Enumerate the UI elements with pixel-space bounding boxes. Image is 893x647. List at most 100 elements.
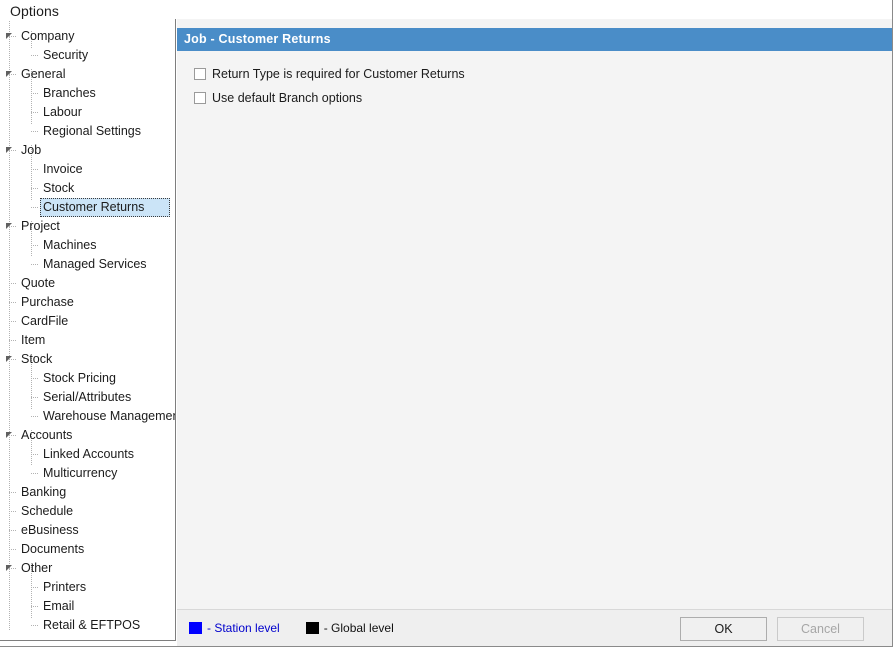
- tree-guide-tick: [31, 587, 39, 588]
- tree-item-company[interactable]: Company: [0, 27, 175, 46]
- tree-item-schedule[interactable]: Schedule: [0, 502, 175, 521]
- tree-guide-tick: [31, 188, 39, 189]
- tree-item-label: Security: [40, 46, 91, 64]
- tree-item-label: Serial/Attributes: [40, 388, 134, 406]
- tree-item-printers[interactable]: Printers: [0, 578, 175, 597]
- tree-item-branches[interactable]: Branches: [0, 84, 175, 103]
- tree-guide-tick: [9, 530, 17, 531]
- tree-item-stock[interactable]: Stock: [0, 179, 175, 198]
- tree-item-machines[interactable]: Machines: [0, 236, 175, 255]
- tree-item-accounts[interactable]: Accounts: [0, 426, 175, 445]
- tree-item-label: Other: [18, 559, 55, 577]
- tree-item-project[interactable]: Project: [0, 217, 175, 236]
- options-form: Return Type is required for Customer Ret…: [177, 51, 893, 608]
- tree-item-label: Labour: [40, 103, 85, 121]
- tree-item-label: Linked Accounts: [40, 445, 137, 463]
- tree-item-customer-returns[interactable]: Customer Returns: [0, 198, 175, 217]
- tree-item-label: Job: [18, 141, 44, 159]
- tree-item-label: Banking: [18, 483, 69, 501]
- checkbox-icon[interactable]: [194, 68, 206, 80]
- tree-item-label: Stock: [40, 179, 77, 197]
- content-panel: Job - Customer Returns Return Type is re…: [177, 19, 893, 641]
- tree-item-serial-attributes[interactable]: Serial/Attributes: [0, 388, 175, 407]
- options-dialog: Options CompanySecurityGeneralBranchesLa…: [0, 0, 893, 647]
- tree-item-label: Stock: [18, 350, 55, 368]
- tree-item-label: Project: [18, 217, 63, 235]
- tree-expander-icon[interactable]: [6, 223, 12, 229]
- tree-expander-icon[interactable]: [6, 356, 12, 362]
- tree-item-invoice[interactable]: Invoice: [0, 160, 175, 179]
- tree-guide-tick: [31, 207, 39, 208]
- tree-expander-icon[interactable]: [6, 147, 12, 153]
- tree-item-job[interactable]: Job: [0, 141, 175, 160]
- tree-guide-tick: [9, 302, 17, 303]
- tree-item-label: eBusiness: [18, 521, 82, 539]
- tree-guide-tick: [31, 625, 39, 626]
- tree-item-linked-accounts[interactable]: Linked Accounts: [0, 445, 175, 464]
- dialog-button-row: OK Cancel: [670, 617, 864, 641]
- tree-item-label: Invoice: [40, 160, 86, 178]
- tree-guide-tick: [31, 378, 39, 379]
- tree-guide-tick: [31, 454, 39, 455]
- tree-item-label: Branches: [40, 84, 99, 102]
- tree-item-label: Purchase: [18, 293, 77, 311]
- tree-expander-icon[interactable]: [6, 432, 12, 438]
- window-title: Options: [10, 3, 59, 19]
- tree-item-item[interactable]: Item: [0, 331, 175, 350]
- tree-item-security[interactable]: Security: [0, 46, 175, 65]
- tree-item-label: Company: [18, 27, 78, 45]
- tree-guide-tick: [9, 549, 17, 550]
- tree-guide-tick: [31, 55, 39, 56]
- tree-guide-tick: [9, 340, 17, 341]
- tree-guide-tick: [31, 473, 39, 474]
- legend-label: - Station level: [207, 621, 280, 635]
- tree-item-label: Documents: [18, 540, 87, 558]
- tree-item-email[interactable]: Email: [0, 597, 175, 616]
- cancel-button: Cancel: [777, 617, 864, 641]
- tree-expander-icon[interactable]: [6, 33, 12, 39]
- tree-expander-icon[interactable]: [6, 565, 12, 571]
- legend-label: - Global level: [324, 621, 394, 635]
- tree-item-stock[interactable]: Stock: [0, 350, 175, 369]
- tree-item-label: Accounts: [18, 426, 75, 444]
- tree-item-label: Item: [18, 331, 48, 349]
- tree-item-multicurrency[interactable]: Multicurrency: [0, 464, 175, 483]
- tree-item-managed-services[interactable]: Managed Services: [0, 255, 175, 274]
- tree-item-documents[interactable]: Documents: [0, 540, 175, 559]
- checkbox-icon[interactable]: [194, 92, 206, 104]
- tree-item-label: General: [18, 65, 68, 83]
- checkbox-label: Use default Branch options: [212, 91, 362, 105]
- tree-item-label: Customer Returns: [40, 198, 170, 217]
- tree-guide-tick: [31, 264, 39, 265]
- tree-item-quote[interactable]: Quote: [0, 274, 175, 293]
- checkbox-row-0[interactable]: Return Type is required for Customer Ret…: [194, 65, 465, 83]
- tree-guide-tick: [31, 169, 39, 170]
- tree-guide-tick: [9, 492, 17, 493]
- tree-item-stock-pricing[interactable]: Stock Pricing: [0, 369, 175, 388]
- tree-item-regional-settings[interactable]: Regional Settings: [0, 122, 175, 141]
- ok-button[interactable]: OK: [680, 617, 767, 641]
- tree-item-other[interactable]: Other: [0, 559, 175, 578]
- tree-item-cardfile[interactable]: CardFile: [0, 312, 175, 331]
- tree-item-label: Multicurrency: [40, 464, 120, 482]
- tree-item-labour[interactable]: Labour: [0, 103, 175, 122]
- page-title: Job - Customer Returns: [177, 28, 893, 51]
- legend-swatch-icon: [189, 622, 202, 634]
- tree-guide-tick: [9, 511, 17, 512]
- tree-item-label: Regional Settings: [40, 122, 144, 140]
- tree-item-banking[interactable]: Banking: [0, 483, 175, 502]
- legend-swatch-icon: [306, 622, 319, 634]
- tree-item-label: Email: [40, 597, 77, 615]
- tree-item-warehouse-management[interactable]: Warehouse Management: [0, 407, 175, 426]
- tree-expander-icon[interactable]: [6, 71, 12, 77]
- options-navigation-tree[interactable]: CompanySecurityGeneralBranchesLabourRegi…: [0, 19, 176, 641]
- checkbox-label: Return Type is required for Customer Ret…: [212, 67, 465, 81]
- tree-guide-tick: [31, 112, 39, 113]
- tree-item-purchase[interactable]: Purchase: [0, 293, 175, 312]
- checkbox-row-1[interactable]: Use default Branch options: [194, 89, 362, 107]
- tree-item-retail-eftpos[interactable]: Retail & EFTPOS: [0, 616, 175, 635]
- tree-item-general[interactable]: General: [0, 65, 175, 84]
- tree-guide-tick: [9, 321, 17, 322]
- legend-item-global-level: - Global level: [306, 621, 394, 635]
- tree-item-ebusiness[interactable]: eBusiness: [0, 521, 175, 540]
